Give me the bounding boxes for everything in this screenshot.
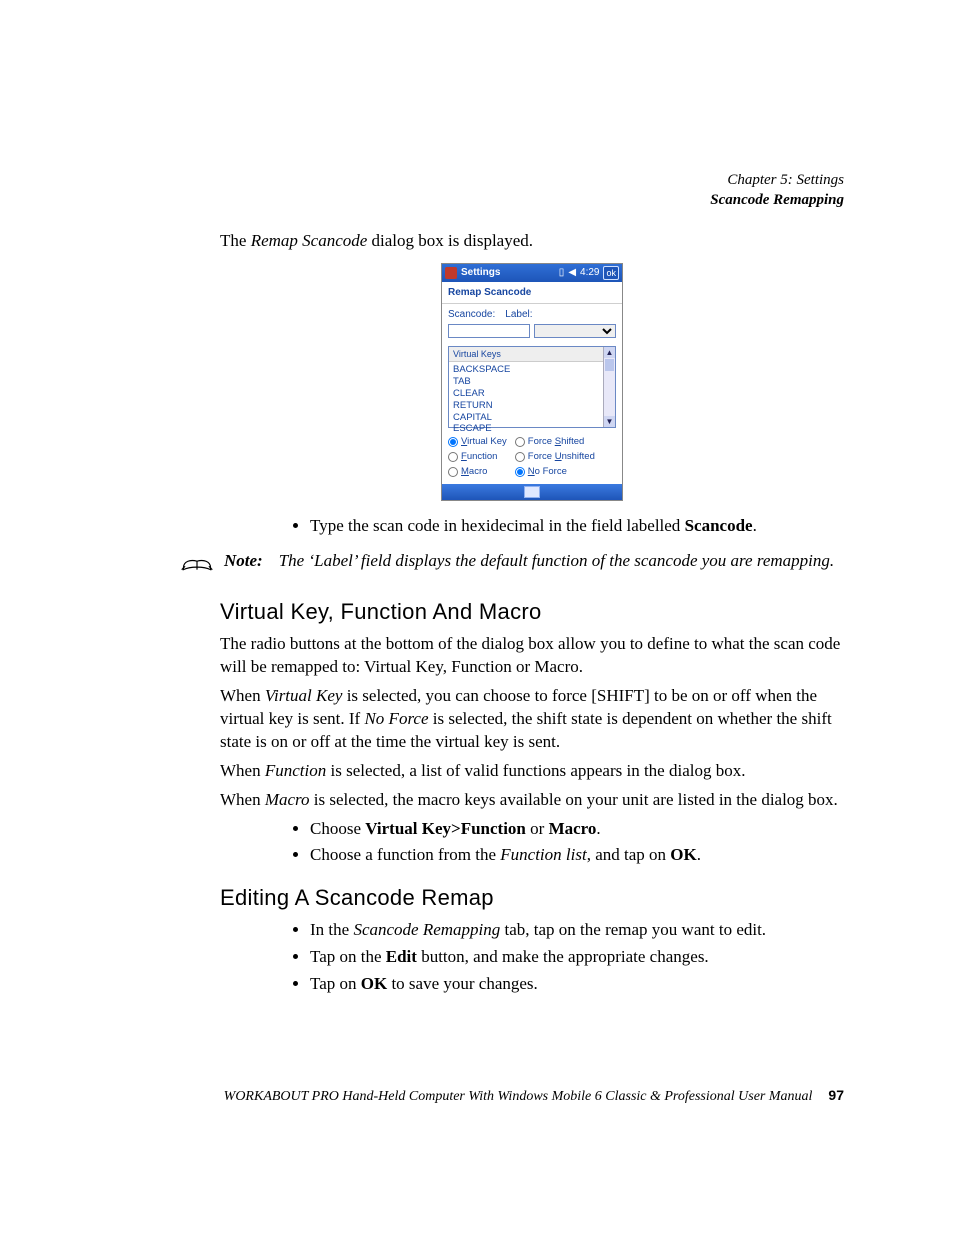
keyboard-icon[interactable] xyxy=(524,486,540,498)
device-dialog: Settings ▯ ◀ 4:29 ok Remap Scancode Scan… xyxy=(441,263,623,501)
paragraph: The radio buttons at the bottom of the d… xyxy=(220,633,844,679)
list-item[interactable]: ESCAPE xyxy=(453,423,611,435)
page-header: Chapter 5: Settings Scancode Remapping xyxy=(710,170,844,211)
note-block: Note: The ‘Label’ field displays the def… xyxy=(180,550,844,581)
paragraph: When Virtual Key is selected, you can ch… xyxy=(220,685,844,754)
list-item: Type the scan code in hexidecimal in the… xyxy=(310,515,844,538)
label-field-label: Label: xyxy=(505,308,532,322)
list-item[interactable]: CAPITAL xyxy=(453,412,611,424)
page-content: The Remap Scancode dialog box is display… xyxy=(220,230,844,996)
clock: 4:29 xyxy=(580,266,599,280)
radio-function[interactable]: Function xyxy=(448,451,507,464)
section-heading: Editing A Scancode Remap xyxy=(220,883,844,913)
list-item[interactable]: BACKSPACE xyxy=(453,364,611,376)
scancode-field-label: Scancode: xyxy=(448,308,495,322)
footer-text: WORKABOUT PRO Hand-Held Computer With Wi… xyxy=(224,1089,813,1105)
scrollbar[interactable]: ▲ ▼ xyxy=(603,347,615,427)
start-icon[interactable] xyxy=(445,267,457,279)
list-item: In the Scancode Remapping tab, tap on th… xyxy=(310,919,844,942)
paragraph: When Macro is selected, the macro keys a… xyxy=(220,789,844,812)
scroll-down-icon[interactable]: ▼ xyxy=(604,416,615,427)
scroll-up-icon[interactable]: ▲ xyxy=(604,347,615,358)
note-label: Note: xyxy=(224,550,269,573)
dialog-title: Remap Scancode xyxy=(442,282,622,305)
intro-line: The Remap Scancode dialog box is display… xyxy=(220,230,844,253)
list-item: Tap on OK to save your changes. xyxy=(310,973,844,996)
book-icon xyxy=(180,550,214,581)
note-text: The ‘Label’ field displays the default f… xyxy=(279,550,834,573)
titlebar: Settings ▯ ◀ 4:29 ok xyxy=(442,264,622,282)
virtual-keys-list[interactable]: Virtual Keys BACKSPACE TAB CLEAR RETURN … xyxy=(448,346,616,428)
instruction-list: Choose Virtual Key>Function or Macro. Ch… xyxy=(220,818,844,868)
radio-groups: Virtual Key Function Macro Force Shifted… xyxy=(442,434,622,484)
remap-type-group: Virtual Key Function Macro xyxy=(448,436,507,478)
shift-force-group: Force Shifted Force Unshifted No Force xyxy=(515,436,595,478)
section-label: Scancode Remapping xyxy=(710,190,844,210)
scancode-form: Scancode: Label: xyxy=(442,304,622,340)
instruction-list: Type the scan code in hexidecimal in the… xyxy=(220,515,844,538)
radio-macro[interactable]: Macro xyxy=(448,466,507,479)
list-item[interactable]: RETURN xyxy=(453,400,611,412)
paragraph: When Function is selected, a list of val… xyxy=(220,760,844,783)
radio-virtual-key[interactable]: Virtual Key xyxy=(448,436,507,449)
list-item: Choose a function from the Function list… xyxy=(310,844,844,867)
label-dropdown[interactable] xyxy=(534,324,616,338)
list-header: Virtual Keys xyxy=(449,347,615,362)
volume-icon: ◀ xyxy=(568,266,576,280)
scroll-thumb[interactable] xyxy=(605,359,614,371)
radio-force-unshifted[interactable]: Force Unshifted xyxy=(515,451,595,464)
ok-button[interactable]: ok xyxy=(603,266,619,280)
radio-force-shifted[interactable]: Force Shifted xyxy=(515,436,595,449)
instruction-list: In the Scancode Remapping tab, tap on th… xyxy=(220,919,844,996)
titlebar-title: Settings xyxy=(461,266,500,280)
embedded-screenshot: Settings ▯ ◀ 4:29 ok Remap Scancode Scan… xyxy=(220,263,844,501)
sip-bar xyxy=(442,484,622,500)
list-item[interactable]: TAB xyxy=(453,376,611,388)
chapter-label: Chapter 5: Settings xyxy=(710,170,844,190)
radio-no-force[interactable]: No Force xyxy=(515,466,595,479)
scancode-input[interactable] xyxy=(448,324,530,338)
list-item: Tap on the Edit button, and make the app… xyxy=(310,946,844,969)
list-item[interactable]: CLEAR xyxy=(453,388,611,400)
signal-icon: ▯ xyxy=(559,266,565,280)
page-footer: WORKABOUT PRO Hand-Held Computer With Wi… xyxy=(0,1087,954,1105)
section-heading: Virtual Key, Function And Macro xyxy=(220,597,844,627)
list-item: Choose Virtual Key>Function or Macro. xyxy=(310,818,844,841)
page-number: 97 xyxy=(828,1087,844,1103)
